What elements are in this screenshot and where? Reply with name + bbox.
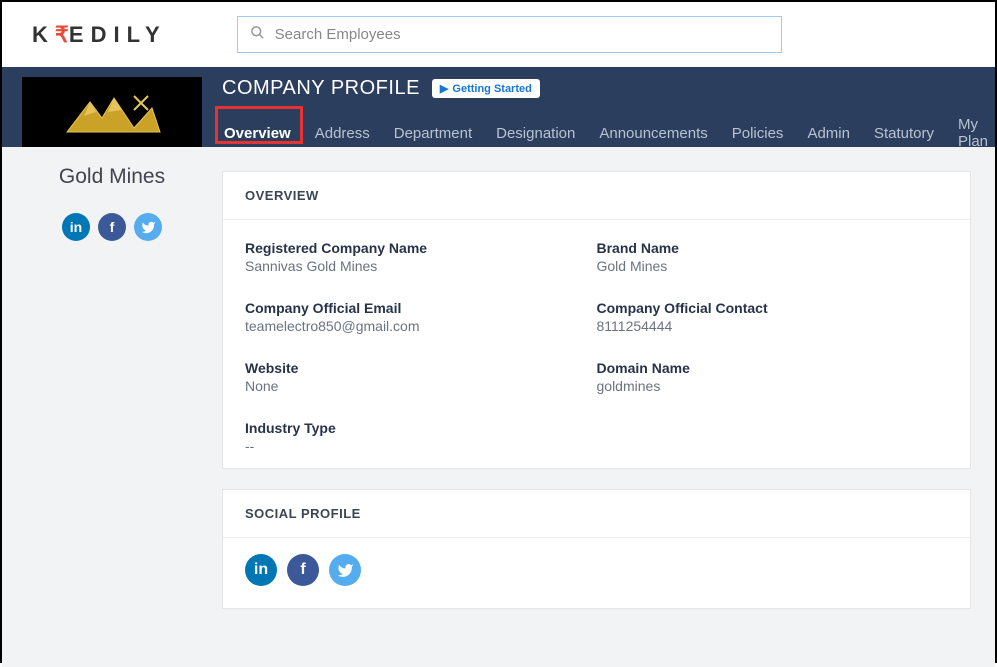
tab-statutory[interactable]: Statutory [872, 119, 936, 148]
tab-my-plan[interactable]: My Plan [956, 110, 995, 156]
field-brand-name: Brand Name Gold Mines [597, 240, 949, 274]
tab-overview[interactable]: Overview [222, 119, 293, 148]
field-registered-company-name: Registered Company Name Sannivas Gold Mi… [245, 240, 597, 274]
field-value: Gold Mines [597, 258, 949, 274]
social-profile-card: SOCIAL PROFILE in f [222, 489, 971, 609]
field-label: Website [245, 360, 597, 376]
tab-admin[interactable]: Admin [805, 119, 852, 148]
twitter-icon[interactable] [329, 554, 361, 586]
field-company-contact: Company Official Contact 8111254444 [597, 300, 949, 334]
search-icon [250, 25, 265, 44]
play-icon: ▶ [440, 82, 448, 95]
field-value: -- [245, 438, 597, 454]
tab-department[interactable]: Department [392, 119, 474, 148]
facebook-icon[interactable]: f [287, 554, 319, 586]
content-area: OVERVIEW Registered Company Name Sanniva… [222, 147, 995, 667]
field-value: None [245, 378, 597, 394]
tab-address[interactable]: Address [313, 119, 372, 148]
overview-card-title: OVERVIEW [223, 172, 970, 220]
field-website: Website None [245, 360, 597, 394]
field-value: goldmines [597, 378, 949, 394]
field-label: Company Official Contact [597, 300, 949, 316]
field-domain-name: Domain Name goldmines [597, 360, 949, 394]
social-card-title: SOCIAL PROFILE [223, 490, 970, 538]
tab-policies[interactable]: Policies [730, 119, 786, 148]
company-logo-icon [62, 88, 162, 136]
search-wrap[interactable] [237, 16, 782, 53]
sidebar: Gold Mines in f [2, 147, 222, 667]
company-logo-box [22, 77, 202, 147]
sidebar-social-row: in f [2, 213, 222, 241]
search-input[interactable] [275, 26, 769, 43]
field-industry-type: Industry Type -- [245, 420, 597, 454]
field-company-email: Company Official Email teamelectro850@gm… [245, 300, 597, 334]
company-name: Gold Mines [2, 165, 222, 189]
getting-started-label: Getting Started [452, 83, 531, 95]
field-label: Brand Name [597, 240, 949, 256]
page-title: COMPANY PROFILE [222, 77, 420, 100]
twitter-icon[interactable] [134, 213, 162, 241]
field-label: Registered Company Name [245, 240, 597, 256]
field-value: teamelectro850@gmail.com [245, 318, 597, 334]
field-label: Domain Name [597, 360, 949, 376]
field-label: Company Official Email [245, 300, 597, 316]
getting-started-button[interactable]: ▶ Getting Started [432, 79, 540, 98]
brand-logo: K₹EDILY [32, 22, 167, 48]
facebook-icon[interactable]: f [98, 213, 126, 241]
field-label: Industry Type [245, 420, 597, 436]
field-value: Sannivas Gold Mines [245, 258, 597, 274]
overview-card: OVERVIEW Registered Company Name Sanniva… [222, 171, 971, 469]
top-bar: K₹EDILY [2, 2, 995, 67]
tab-announcements[interactable]: Announcements [597, 119, 709, 148]
linkedin-icon[interactable]: in [62, 213, 90, 241]
linkedin-icon[interactable]: in [245, 554, 277, 586]
tab-designation[interactable]: Designation [494, 119, 577, 148]
body-area: Gold Mines in f OVERVIEW Registered Comp… [2, 147, 995, 667]
field-value: 8111254444 [597, 318, 949, 334]
